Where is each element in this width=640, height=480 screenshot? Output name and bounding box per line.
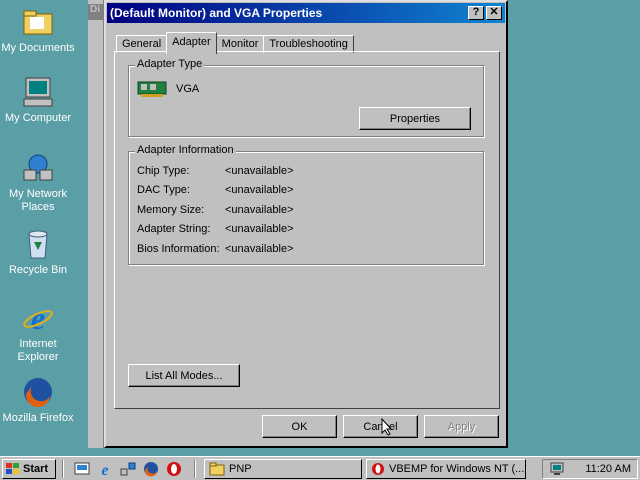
desktop-icon-my-documents[interactable]: My Documents bbox=[0, 6, 76, 55]
desktop-icon-recycle-bin[interactable]: Recycle Bin bbox=[0, 228, 76, 277]
windows-logo-icon bbox=[6, 463, 20, 475]
recycle-bin-icon bbox=[22, 228, 54, 260]
adapter-string-label: Adapter String: bbox=[137, 223, 211, 235]
bios-info-value: <unavailable> bbox=[225, 243, 294, 255]
properties-dialog: (Default Monitor) and VGA Properties ? ✕… bbox=[104, 0, 508, 448]
ie-quicklaunch-icon[interactable]: e bbox=[97, 461, 113, 479]
network-icon bbox=[22, 152, 54, 184]
bios-info-label: Bios Information: bbox=[137, 243, 220, 255]
taskbar: Start e PNP VBEMP for Windows NT (... 11… bbox=[0, 456, 640, 480]
desktop-icon-label: My Documents bbox=[1, 42, 75, 54]
desktop-icon-internet-explorer[interactable]: e Internet Explorer bbox=[0, 300, 76, 364]
adapter-tab-panel: Adapter Type VGA Properties Adapter Info… bbox=[114, 51, 500, 409]
adapter-string-value: <unavailable> bbox=[225, 223, 294, 235]
chip-type-value: <unavailable> bbox=[225, 165, 294, 177]
desktop-icon-network[interactable]: My Network Places bbox=[0, 152, 76, 214]
memory-size-value: <unavailable> bbox=[225, 204, 294, 216]
task-vbemp[interactable]: VBEMP for Windows NT (... bbox=[366, 459, 526, 479]
dac-type-label: DAC Type: bbox=[137, 184, 190, 196]
adapter-info-legend: Adapter Information bbox=[135, 144, 236, 156]
ok-label: OK bbox=[291, 420, 308, 433]
adapter-properties-button[interactable]: Properties bbox=[359, 107, 471, 130]
svg-text:e: e bbox=[101, 462, 108, 477]
mouse-cursor-icon bbox=[381, 417, 393, 436]
desktop-icon-label: My Network Places bbox=[8, 188, 68, 213]
background-window[interactable]: Di bbox=[88, 0, 104, 448]
folder-documents-icon bbox=[22, 6, 54, 38]
opera-quicklaunch-icon[interactable] bbox=[166, 461, 182, 477]
list-all-modes-button[interactable]: List All Modes... bbox=[128, 364, 240, 387]
title-bar[interactable]: (Default Monitor) and VGA Properties ? ✕ bbox=[107, 3, 505, 23]
adapter-type-group: Adapter Type VGA Properties bbox=[128, 58, 484, 137]
start-label: Start bbox=[23, 463, 49, 475]
adapter-info-group: Adapter Information Chip Type: <unavaila… bbox=[128, 144, 484, 265]
desktop-icon-label: Internet Explorer bbox=[17, 338, 59, 363]
task-pnp[interactable]: PNP bbox=[204, 459, 362, 479]
task-pnp-label: PNP bbox=[229, 463, 252, 475]
help-button[interactable]: ? bbox=[468, 6, 484, 20]
network-quicklaunch-icon[interactable] bbox=[120, 461, 136, 477]
chip-type-label: Chip Type: bbox=[137, 165, 190, 177]
adapter-properties-label: Properties bbox=[389, 112, 441, 125]
apply-label: Apply bbox=[447, 420, 476, 433]
desktop-icon-label: Recycle Bin bbox=[8, 264, 68, 276]
ok-button[interactable]: OK bbox=[262, 415, 337, 438]
task-vbemp-label: VBEMP for Windows NT (... bbox=[389, 463, 525, 475]
apply-button[interactable]: Apply bbox=[424, 415, 499, 438]
desktop-icon-firefox[interactable]: Mozilla Firefox bbox=[0, 376, 76, 425]
adapter-type-legend: Adapter Type bbox=[135, 58, 205, 70]
taskbar-separator bbox=[62, 460, 64, 478]
svg-text:e: e bbox=[31, 302, 45, 334]
clock[interactable]: 11:20 AM bbox=[585, 463, 631, 475]
tab-adapter[interactable]: Adapter bbox=[166, 32, 217, 54]
display-settings-icon[interactable] bbox=[549, 461, 565, 477]
close-button[interactable]: ✕ bbox=[486, 6, 502, 20]
adapter-name: VGA bbox=[176, 83, 200, 95]
dialog-title: (Default Monitor) and VGA Properties bbox=[110, 6, 323, 20]
list-all-modes-label: List All Modes... bbox=[145, 369, 223, 382]
firefox-quicklaunch-icon[interactable] bbox=[143, 461, 159, 477]
adapter-card-icon bbox=[137, 80, 167, 98]
start-button[interactable]: Start bbox=[2, 459, 56, 479]
computer-icon bbox=[22, 76, 54, 108]
ie-icon: e bbox=[22, 300, 54, 336]
tab-strip: General Adapter Monitor Troubleshooting bbox=[116, 32, 354, 54]
desktop-icon-my-computer[interactable]: My Computer bbox=[0, 76, 76, 125]
background-window-title: Di bbox=[88, 4, 103, 20]
memory-size-label: Memory Size: bbox=[137, 204, 205, 216]
desktop-icon-label: My Computer bbox=[4, 112, 72, 124]
dac-type-value: <unavailable> bbox=[225, 184, 294, 196]
folder-icon bbox=[209, 462, 225, 476]
firefox-icon bbox=[22, 376, 54, 408]
opera-icon bbox=[371, 462, 385, 476]
system-tray: 11:20 AM bbox=[542, 459, 638, 479]
desktop-icon-label: Mozilla Firefox bbox=[2, 412, 74, 424]
taskbar-separator bbox=[194, 460, 196, 478]
show-desktop-icon[interactable] bbox=[74, 461, 90, 477]
